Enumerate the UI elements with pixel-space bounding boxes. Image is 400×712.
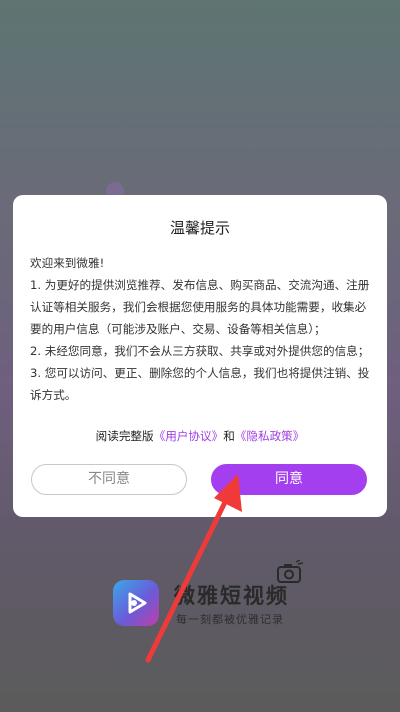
- annotation-arrow: [145, 474, 242, 663]
